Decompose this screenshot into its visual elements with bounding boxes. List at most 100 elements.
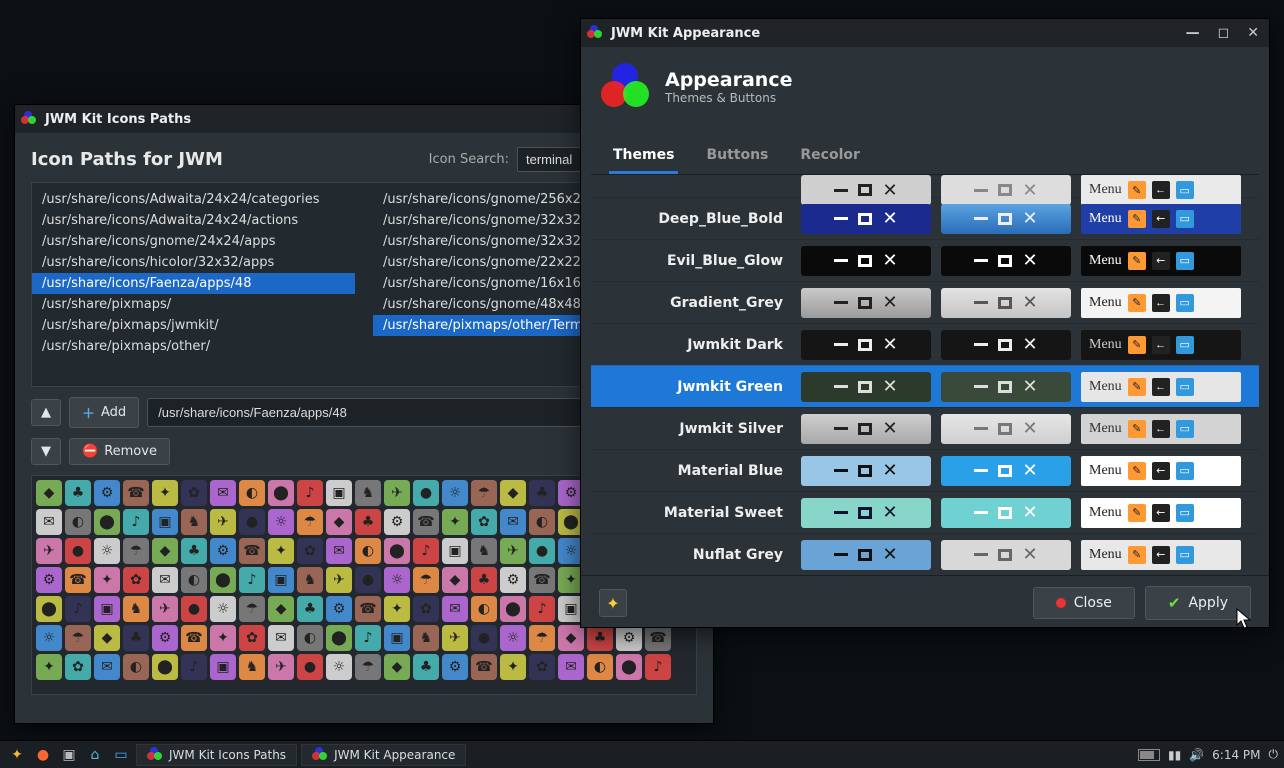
app-icon[interactable]: ◐ (181, 567, 207, 593)
app-icon[interactable]: ◐ (471, 596, 497, 622)
app-icon[interactable]: ⬤ (36, 596, 62, 622)
app-icon[interactable]: ◐ (65, 509, 91, 535)
app-icon[interactable]: ⚙ (210, 538, 236, 564)
app-icon[interactable]: ✈ (268, 654, 294, 680)
app-icon[interactable]: ♣ (471, 567, 497, 593)
path-input[interactable] (147, 398, 593, 427)
theme-row[interactable]: ✕ ✕ Menu ✎ ← ▭ (591, 175, 1259, 197)
volume-icon[interactable]: 🔊 (1189, 748, 1204, 762)
app-icon[interactable]: ♣ (123, 625, 149, 651)
app-icon[interactable]: ◆ (326, 509, 352, 535)
theme-row[interactable]: Gradient_Grey ✕ ✕ Menu ✎ ← ▭ (591, 281, 1259, 323)
app-icon[interactable]: ▣ (210, 654, 236, 680)
path-item[interactable]: /usr/share/icons/hicolor/32x32/apps (32, 252, 355, 273)
app-icon[interactable]: ⚙ (384, 509, 410, 535)
app-icon[interactable]: ◆ (36, 480, 62, 506)
app-icon[interactable]: ◆ (152, 538, 178, 564)
app-icon[interactable]: ◐ (529, 509, 555, 535)
apply-button[interactable]: ✔Apply (1145, 586, 1251, 620)
app-icon[interactable]: ✉ (94, 654, 120, 680)
app-icon[interactable]: ♞ (355, 480, 381, 506)
app-icon[interactable]: ⚙ (442, 654, 468, 680)
app-icon[interactable]: ✈ (442, 625, 468, 651)
app-icon[interactable]: ⬤ (268, 480, 294, 506)
app-icon[interactable]: ☂ (529, 625, 555, 651)
app-icon[interactable]: ⬤ (94, 509, 120, 535)
app-icon[interactable]: ✈ (36, 538, 62, 564)
app-icon[interactable]: ♪ (645, 654, 671, 680)
theme-row[interactable]: Jwmkit Dark ✕ ✕ Menu ✎ ← ▭ (591, 323, 1259, 365)
app-icon[interactable]: ✉ (268, 625, 294, 651)
theme-row[interactable]: Jwmkit Green ✕ ✕ Menu ✎ ← ▭ (591, 365, 1259, 407)
app-icon[interactable]: ☂ (297, 509, 323, 535)
app-icon[interactable]: ◆ (442, 567, 468, 593)
app-icon[interactable]: ☂ (123, 538, 149, 564)
app-icon[interactable]: ◐ (587, 654, 613, 680)
app-icon[interactable]: ☂ (65, 625, 91, 651)
path-item[interactable]: /usr/share/icons/Adwaita/24x24/categorie… (32, 189, 355, 210)
path-item[interactable]: /usr/share/pixmaps/ (32, 294, 355, 315)
app-icon[interactable]: ☂ (355, 654, 381, 680)
app-icon[interactable]: ☼ (384, 567, 410, 593)
app-icon[interactable]: ✿ (123, 567, 149, 593)
app-icon[interactable]: ☼ (36, 625, 62, 651)
app-icon[interactable]: ☼ (442, 480, 468, 506)
app-icon[interactable]: ● (297, 654, 323, 680)
app-icon[interactable]: ☎ (65, 567, 91, 593)
tab-buttons[interactable]: Buttons (702, 139, 772, 174)
app-icon[interactable]: ✦ (152, 480, 178, 506)
app-icon[interactable]: ◆ (384, 654, 410, 680)
app-icon[interactable]: ✦ (36, 654, 62, 680)
app-icon[interactable]: ✉ (442, 596, 468, 622)
app-icon[interactable]: ☼ (94, 538, 120, 564)
path-item[interactable]: /usr/share/icons/gnome/24x24/apps (32, 231, 355, 252)
app-icon[interactable]: ✈ (210, 509, 236, 535)
app-icon[interactable]: ✿ (181, 480, 207, 506)
app-icon[interactable]: ✈ (326, 567, 352, 593)
logout-icon[interactable]: ⏻ (1269, 747, 1279, 762)
app-icon[interactable]: ✦ (500, 654, 526, 680)
move-up-button[interactable]: ▲ (31, 399, 61, 426)
start-menu-icon[interactable]: ✦ (6, 744, 28, 766)
taskbar-task[interactable]: JWM Kit Appearance (301, 744, 466, 766)
app-icon[interactable]: ⚙ (36, 567, 62, 593)
app-icon[interactable]: ◐ (355, 538, 381, 564)
app-icon[interactable]: ◆ (500, 480, 526, 506)
app-icon[interactable]: ✉ (500, 509, 526, 535)
remove-button[interactable]: ⛔Remove (69, 438, 170, 465)
app-icon[interactable]: ▣ (384, 625, 410, 651)
app-icon[interactable]: ⚙ (152, 625, 178, 651)
app-icon[interactable]: ✉ (558, 654, 584, 680)
app-icon[interactable]: ✈ (500, 538, 526, 564)
app-icon[interactable]: ◆ (94, 625, 120, 651)
app-icon[interactable]: ▣ (94, 596, 120, 622)
app-icon[interactable]: ♪ (181, 654, 207, 680)
add-button[interactable]: ＋Add (69, 397, 139, 428)
path-item[interactable]: /usr/share/pixmaps/jwmkit/ (32, 315, 355, 336)
left-path-list[interactable]: /usr/share/icons/Adwaita/24x24/categorie… (32, 189, 355, 380)
app-icon[interactable]: ☼ (326, 654, 352, 680)
app-icon[interactable]: ♞ (413, 625, 439, 651)
app-icon[interactable]: ✉ (36, 509, 62, 535)
app-icon[interactable]: ✦ (268, 538, 294, 564)
theme-row[interactable]: Material Blue ✕ ✕ Menu ✎ ← ▭ (591, 449, 1259, 491)
app-icon[interactable]: ☂ (413, 567, 439, 593)
app-icon[interactable]: ⬤ (384, 538, 410, 564)
app-icon[interactable]: ♪ (413, 538, 439, 564)
app-icon[interactable]: ◆ (268, 596, 294, 622)
network-icon[interactable]: ▮▮ (1168, 748, 1181, 762)
app-icon[interactable]: ♣ (65, 480, 91, 506)
app-icon[interactable]: ⬤ (616, 654, 642, 680)
app-icon[interactable]: ☎ (529, 567, 555, 593)
move-down-button[interactable]: ▼ (31, 438, 61, 465)
app-icon[interactable]: ♪ (65, 596, 91, 622)
app-icon[interactable]: ⬤ (210, 567, 236, 593)
app-icon[interactable]: ☎ (355, 596, 381, 622)
app-icon[interactable]: ☎ (181, 625, 207, 651)
app-icon[interactable]: ☂ (471, 480, 497, 506)
app-icon[interactable]: ☎ (123, 480, 149, 506)
firefox-icon[interactable]: ● (32, 744, 54, 766)
app-icon[interactable]: ⬤ (500, 596, 526, 622)
app-icon[interactable]: ✈ (152, 596, 178, 622)
maximize-button[interactable]: ◻ (1214, 25, 1234, 41)
